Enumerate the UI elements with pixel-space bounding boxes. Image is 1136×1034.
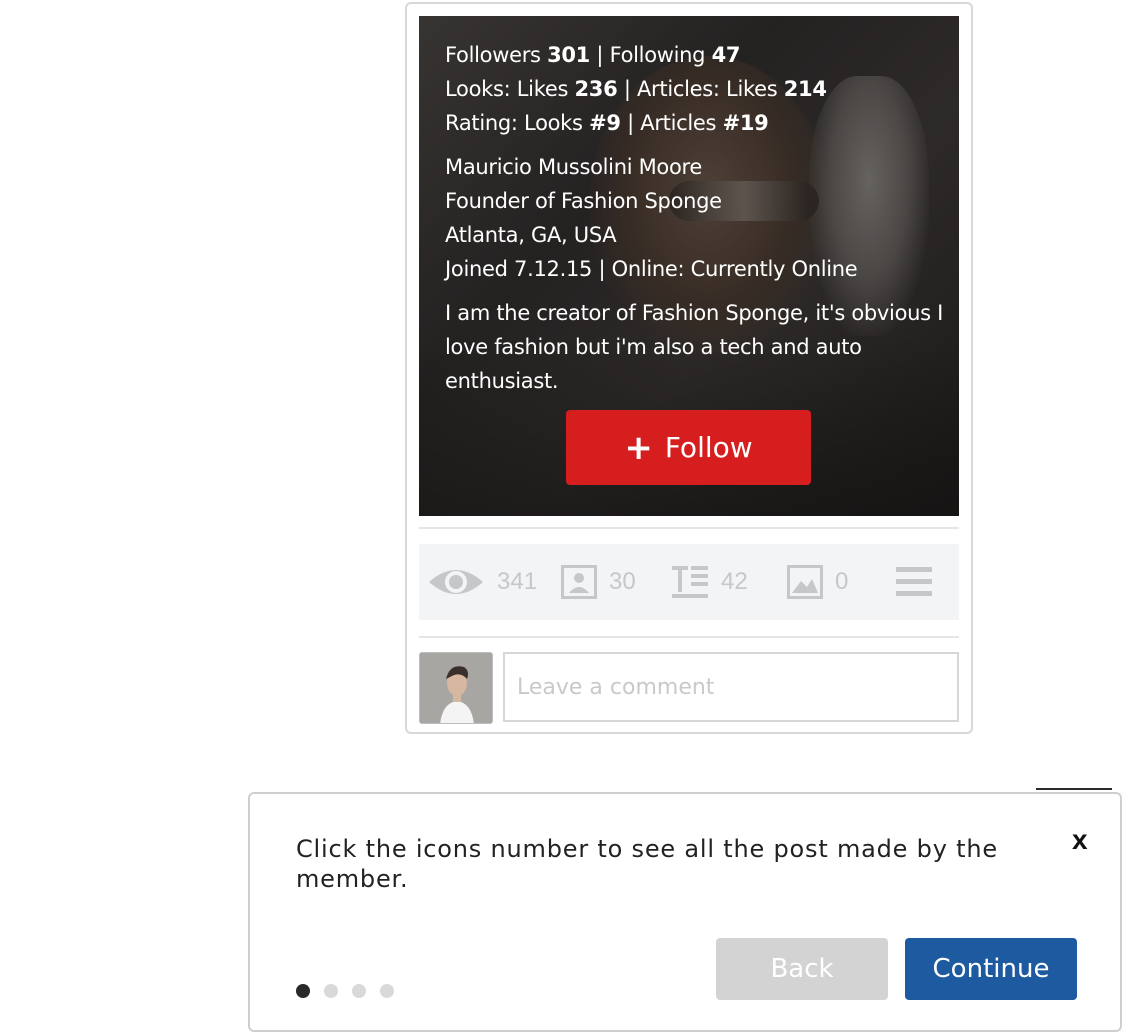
menu-stat[interactable] (895, 544, 933, 620)
divider (419, 527, 959, 529)
member-joined-status: Joined 7.12.15 | Online: Currently Onlin… (445, 257, 858, 281)
member-name: Mauricio Mussolini Moore (445, 155, 703, 179)
photos-count[interactable]: 0 (835, 568, 848, 596)
member-location: Atlanta, GA, USA (445, 223, 617, 247)
step-dot[interactable] (380, 984, 394, 998)
profile-card: Followers 301 | Following 47 Looks: Like… (405, 2, 973, 734)
step-dot[interactable] (352, 984, 366, 998)
onboarding-tooltip: Click the icons number to see all the po… (248, 792, 1122, 1032)
portrait-icon (561, 565, 597, 599)
image-icon (787, 565, 823, 599)
looks-count[interactable]: 30 (609, 568, 636, 596)
views-stat[interactable]: 341 (427, 544, 537, 620)
tooltip-edge (1036, 788, 1112, 790)
articles-stat[interactable]: 42 (671, 544, 748, 620)
photos-stat[interactable]: 0 (787, 544, 848, 620)
likes-counts: Looks: Likes 236 | Articles: Likes 214 (445, 77, 827, 101)
follow-button[interactable]: + Follow (566, 410, 811, 485)
following-label: Following (609, 43, 706, 67)
rating-articles: #19 (722, 111, 769, 135)
article-text-icon (672, 566, 708, 598)
step-dot-active[interactable] (296, 984, 310, 998)
articles-count[interactable]: 42 (721, 568, 748, 596)
articles-likes-count: 214 (783, 77, 827, 101)
follow-counts: Followers 301 | Following 47 (445, 43, 741, 67)
member-title: Founder of Fashion Sponge (445, 189, 722, 213)
avatar (419, 652, 493, 724)
comment-input[interactable] (503, 652, 959, 722)
views-count[interactable]: 341 (497, 568, 537, 596)
stats-bar: 341 30 42 0 (419, 544, 959, 620)
following-count[interactable]: 47 (712, 43, 741, 67)
divider (419, 636, 959, 638)
eye-icon (429, 570, 483, 594)
looks-likes-count: 236 (574, 77, 618, 101)
looks-stat[interactable]: 30 (561, 544, 636, 620)
rating-looks: #9 (589, 111, 621, 135)
user-photo (420, 653, 492, 723)
step-indicator (296, 984, 394, 998)
tooltip-text: Click the icons number to see all the po… (296, 835, 998, 893)
plus-icon: + (624, 427, 653, 468)
followers-label: Followers (445, 43, 541, 67)
menu-lines-icon[interactable] (895, 565, 933, 599)
back-button[interactable]: Back (716, 938, 888, 1000)
profile-cover-photo: Followers 301 | Following 47 Looks: Like… (419, 16, 959, 516)
rating-line: Rating: Looks #9 | Articles #19 (445, 111, 769, 135)
continue-button[interactable]: Continue (905, 938, 1077, 1000)
follow-label: Follow (664, 431, 753, 464)
close-button[interactable]: x (1072, 824, 1088, 856)
step-dot[interactable] (324, 984, 338, 998)
followers-count[interactable]: 301 (547, 43, 590, 67)
member-bio: I am the creator of Fashion Sponge, it's… (445, 301, 944, 393)
